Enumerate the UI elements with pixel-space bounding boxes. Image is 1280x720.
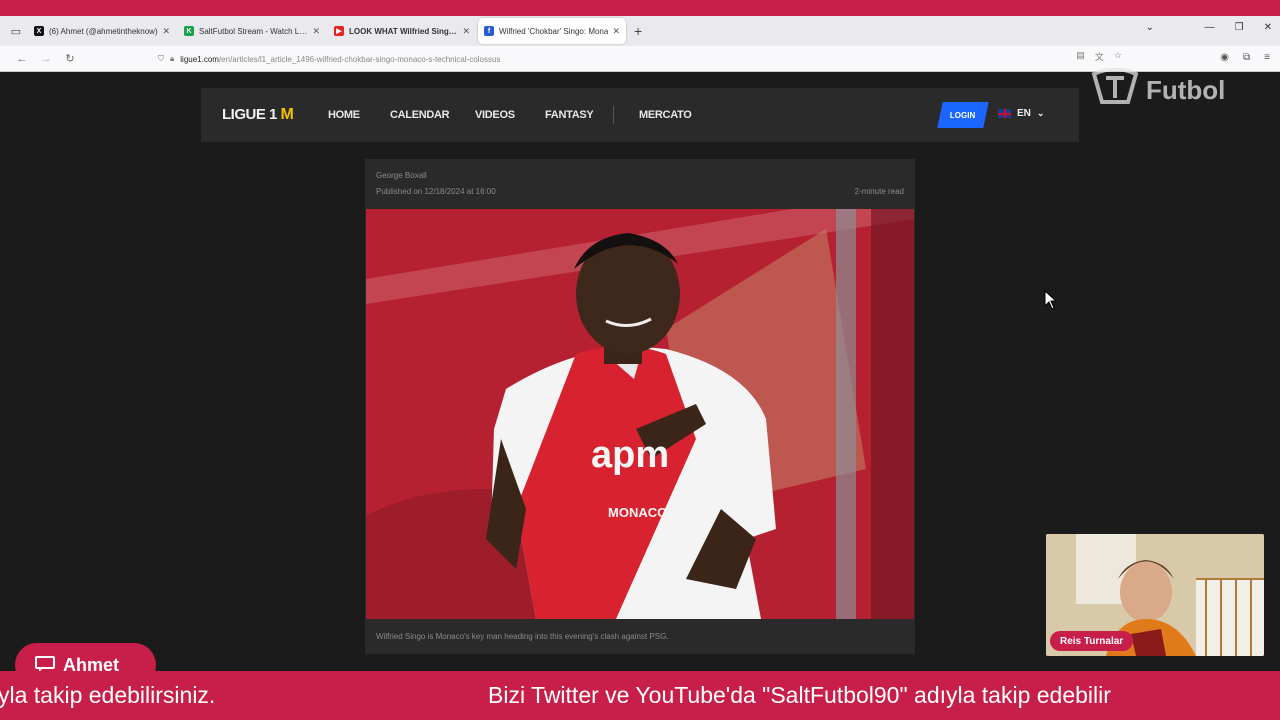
brand-name: Futbol [1146, 75, 1226, 105]
nav-calendar[interactable]: CALENDAR [390, 109, 450, 121]
menu-icon[interactable]: ≡ [1264, 52, 1270, 63]
youtube-favicon-icon: ▶ [334, 26, 344, 36]
svg-text:apm: apm [591, 434, 669, 476]
ligue1-logo[interactable]: LIGUE 1 M [222, 106, 294, 124]
browser-nav-bar: ← → ↻ ⛉ 🔒︎ ligue1.com/en/articles/l1_art… [0, 46, 1280, 72]
back-arrow-icon[interactable]: ← [10, 53, 34, 65]
logo-text: LIGUE 1 [222, 106, 277, 123]
close-window-icon[interactable]: ✕ [1264, 22, 1272, 33]
x-favicon-icon: X [34, 26, 44, 36]
ticker-text-right: Bizi Twitter ve YouTube'da "SaltFutbol90… [488, 682, 1111, 708]
uk-flag-icon [998, 109, 1011, 118]
ticker-text-left: yla takip edebilirsiniz. [0, 682, 216, 708]
tab-title: Wilfried 'Chokbar' Singo: Mona [499, 26, 609, 36]
login-button[interactable]: LOGIN [937, 102, 989, 128]
reader-view-icon[interactable]: ▤ [1076, 50, 1085, 63]
webcam-name-badge: Reis Turnalar [1050, 631, 1134, 651]
close-icon[interactable]: ✕ [312, 26, 320, 37]
url-path: /en/articles/l1_article_1496-wilfried-ch… [218, 54, 501, 64]
tab-list-icon[interactable]: ▭ [6, 21, 26, 41]
news-ticker: yla takip edebilirsiniz. Bizi Twitter ve… [0, 671, 1280, 720]
close-icon[interactable]: ✕ [162, 26, 170, 37]
browser-tab-active[interactable]: f Wilfried 'Chokbar' Singo: Mona ✕ [478, 18, 626, 44]
account-icon[interactable]: ◉ [1220, 52, 1229, 63]
article-date: Published on 12/18/2024 at 16:00 [376, 187, 496, 196]
nav-mercato[interactable]: MERCATO [639, 109, 692, 121]
stream-top-band [0, 0, 1280, 16]
article-author[interactable]: George Boxall [376, 171, 427, 180]
article-card: George Boxall Published on 12/18/2024 at… [365, 159, 915, 654]
forward-arrow-icon[interactable]: → [34, 53, 58, 65]
browser-tab[interactable]: X (6) Ahmet (@ahmetintheknow) ✕ [28, 18, 176, 44]
lock-icon[interactable]: 🔒︎ [170, 54, 174, 64]
nav-home[interactable]: HOME [328, 109, 360, 121]
nav-divider [613, 106, 614, 124]
restore-icon[interactable]: ❐ [1235, 22, 1244, 33]
tab-title: SaltFutbol Stream - Watch Live [199, 26, 309, 36]
window-controls: ⌄ — ❐ ✕ [1146, 22, 1272, 33]
new-tab-button[interactable]: + [634, 23, 642, 39]
photo-caption: Wilfried Singo is Monaco's key man headi… [376, 632, 669, 641]
mcdonalds-logo: M [280, 106, 294, 123]
reload-icon[interactable]: ↻ [58, 52, 82, 65]
close-icon[interactable]: ✕ [462, 26, 470, 37]
browser-tab[interactable]: K SaltFutbol Stream - Watch Live ✕ [178, 18, 326, 44]
nav-videos[interactable]: VIDEOS [475, 109, 515, 121]
language-label: EN [1017, 108, 1031, 119]
login-label: LOGIN [950, 110, 976, 120]
site-header: LIGUE 1 M HOME CALENDAR VIDEOS FANTASY M… [201, 88, 1079, 142]
address-bar[interactable]: ⛉ 🔒︎ ligue1.com/en/articles/l1_article_1… [158, 50, 1130, 68]
kick-favicon-icon: K [184, 26, 194, 36]
chevron-down-icon: ⌄ [1036, 108, 1045, 118]
browser-tab-bar: ▭ X (6) Ahmet (@ahmetintheknow) ✕ K Salt… [0, 16, 1280, 46]
player-photo-illustration: apm MONACO [366, 209, 914, 619]
browser-tab[interactable]: ▶ LOOK WHAT Wilfried Singo is ✕ [328, 18, 476, 44]
site-favicon-icon: f [484, 26, 494, 36]
url-actions: ▤ 文 ☆ [1076, 50, 1122, 63]
article-photo: apm MONACO [366, 209, 914, 619]
extensions-icon[interactable]: ⧉ [1243, 52, 1250, 63]
tab-title: (6) Ahmet (@ahmetintheknow) [49, 26, 158, 36]
translate-icon[interactable]: 文 [1095, 50, 1104, 63]
tab-title: LOOK WHAT Wilfried Singo is [349, 26, 459, 36]
chevron-down-icon[interactable]: ⌄ [1146, 22, 1154, 33]
bookmark-star-icon[interactable]: ☆ [1114, 50, 1122, 63]
nav-fantasy[interactable]: FANTASY [545, 109, 594, 121]
minimize-icon[interactable]: — [1205, 22, 1215, 33]
futbol-logo-icon [1090, 67, 1140, 113]
read-time: 2-minute read [854, 187, 904, 196]
shield-icon[interactable]: ⛉ [158, 54, 164, 64]
mouse-cursor-icon [1044, 290, 1058, 310]
url-host: ligue1.com [180, 54, 219, 64]
toolbar-right: ◉ ⧉ ≡ [1220, 52, 1270, 63]
svg-text:MONACO: MONACO [608, 505, 667, 520]
language-selector[interactable]: EN ⌄ [998, 108, 1044, 119]
close-icon[interactable]: ✕ [612, 26, 620, 37]
stream-brand-watermark: Futbol [1090, 67, 1226, 113]
